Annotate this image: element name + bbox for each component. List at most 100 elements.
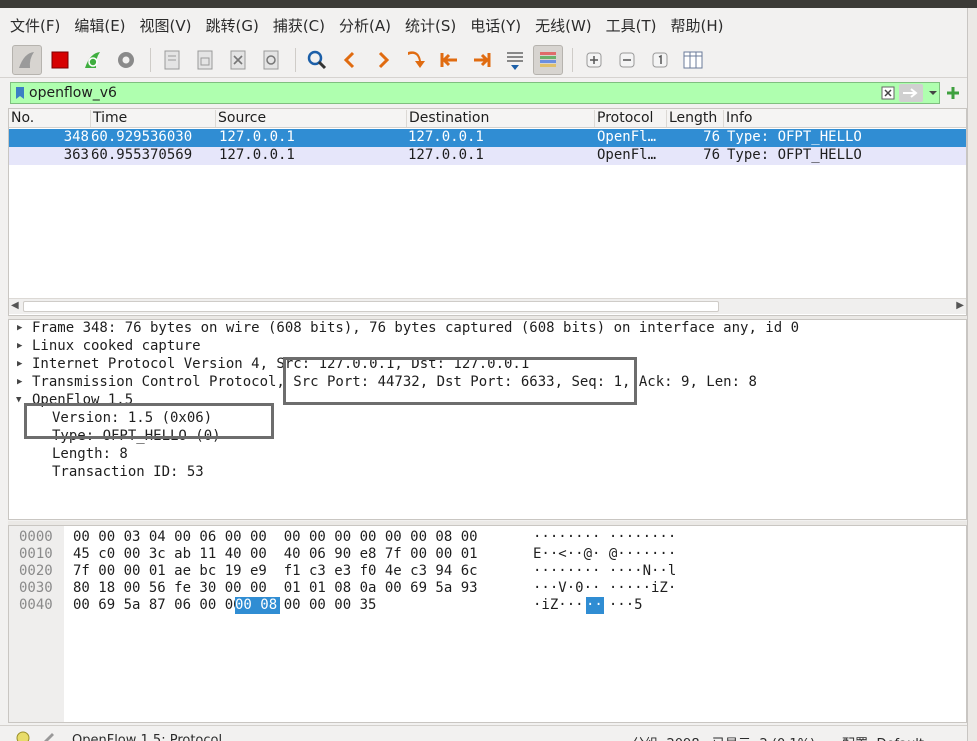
column-header-protocol[interactable]: Protocol — [594, 110, 653, 127]
open-file-icon[interactable] — [157, 45, 187, 75]
byte-offset: 0000 — [19, 529, 53, 545]
find-packet-icon[interactable] — [302, 45, 332, 75]
clear-filter-icon[interactable] — [879, 84, 897, 102]
scroll-left-icon[interactable]: ◀ — [11, 300, 19, 311]
scroll-right-icon[interactable]: ▶ — [956, 300, 964, 311]
main-toolbar — [0, 42, 967, 78]
status-bar: OpenFlow 1.5: Protocol 分组: 2098 · 已显示: 2… — [0, 725, 967, 741]
column-header-no[interactable]: No. — [9, 110, 34, 127]
ascii-bytes[interactable]: ········ ····N··l — [533, 563, 676, 580]
display-filter-input[interactable] — [29, 83, 879, 103]
column-header-source[interactable]: Source — [215, 110, 266, 127]
cell-time: 60.929536030 — [91, 129, 193, 145]
byte-offset: 0020 — [19, 563, 53, 579]
normal-size-icon[interactable] — [645, 45, 675, 75]
hex-bytes[interactable]: 00 00 03 04 00 06 00 00 00 00 00 00 00 0… — [73, 529, 478, 546]
menu-edit[interactable]: 编辑(E) — [74, 15, 125, 36]
packet-list-header: No. Time Source Destination Protocol Len… — [9, 109, 966, 128]
reload-file-icon[interactable] — [256, 45, 286, 75]
expand-arrow-icon[interactable]: ▶ — [17, 359, 27, 371]
cell-no: 348 — [63, 129, 89, 145]
horizontal-scrollbar[interactable]: ◀ ▶ — [9, 298, 966, 314]
menu-view[interactable]: 视图(V) — [140, 15, 192, 36]
cell-info: Type: OFPT_HELLO — [727, 147, 862, 163]
hex-bytes[interactable]: 45 c0 00 3c ab 11 40 00 40 06 90 e8 7f 0… — [73, 546, 478, 563]
cell-protocol: OpenFl… — [597, 147, 657, 163]
go-last-icon[interactable] — [467, 45, 497, 75]
colorize-icon[interactable] — [533, 44, 563, 75]
menu-statistics[interactable]: 统计(S) — [405, 15, 456, 36]
packet-list: No. Time Source Destination Protocol Len… — [8, 108, 967, 316]
autoscroll-icon[interactable] — [500, 45, 530, 75]
filter-history-dropdown-icon[interactable] — [927, 84, 939, 102]
menu-file[interactable]: 文件(F) — [10, 15, 60, 36]
menu-telephony[interactable]: 电话(Y) — [470, 15, 521, 36]
byte-offset: 0010 — [19, 546, 53, 562]
menu-go[interactable]: 跳转(G) — [206, 15, 259, 36]
go-back-icon[interactable] — [335, 45, 365, 75]
hex-bytes[interactable]: 7f 00 00 01 ae bc 19 e9 f1 c3 e3 f0 4e c… — [73, 563, 478, 580]
annotation-box-version — [24, 403, 274, 439]
column-header-length[interactable]: Length — [666, 110, 717, 127]
byte-offset: 0030 — [19, 580, 53, 596]
cell-destination: 127.0.0.1 — [408, 129, 484, 145]
ascii-bytes[interactable]: ········ ········ — [533, 529, 676, 546]
capture-options-icon[interactable] — [111, 45, 141, 75]
expand-arrow-icon[interactable]: ▶ — [17, 341, 27, 353]
annotation-box-ports — [283, 357, 637, 405]
go-first-icon[interactable] — [434, 45, 464, 75]
bookmark-icon[interactable] — [11, 83, 29, 103]
apply-filter-icon[interactable] — [899, 84, 923, 102]
save-file-icon[interactable] — [190, 45, 220, 75]
status-profile[interactable]: 配置: Default — [842, 733, 924, 741]
packet-row[interactable]: 363 60.955370569 127.0.0.1 127.0.0.1 Ope… — [9, 147, 966, 165]
go-to-packet-icon[interactable] — [401, 45, 431, 75]
hex-bytes-highlight[interactable]: 00 08 — [235, 597, 280, 614]
tree-item-label: Frame 348: 76 bytes on wire (608 bits), … — [32, 320, 800, 336]
ascii-bytes[interactable]: ···V·0·· ·····iZ· — [533, 580, 676, 597]
menu-tools[interactable]: 工具(T) — [606, 15, 657, 36]
stop-capture-icon[interactable] — [45, 45, 75, 75]
menu-wireless[interactable]: 无线(W) — [535, 15, 592, 36]
cell-info: Type: OFPT_HELLO — [727, 129, 862, 145]
tree-item-label: Linux cooked capture — [32, 338, 201, 354]
scrollbar-thumb[interactable] — [23, 301, 719, 312]
ascii-bytes-highlight[interactable]: ·· — [586, 597, 604, 614]
cell-length: 76 — [703, 129, 720, 145]
zoom-out-icon[interactable] — [612, 45, 642, 75]
capture-comment-icon[interactable] — [40, 731, 56, 741]
menu-capture[interactable]: 捕获(C) — [273, 15, 325, 36]
window-titlebar — [0, 0, 977, 8]
cell-length: 76 — [703, 147, 720, 163]
menu-help[interactable]: 帮助(H) — [671, 15, 724, 36]
packet-row[interactable]: 348 60.929536030 127.0.0.1 127.0.0.1 Ope… — [9, 129, 966, 147]
cell-source: 127.0.0.1 — [219, 147, 295, 163]
packet-bytes: 0000 0010 0020 0030 0040 00 00 03 04 00 … — [8, 525, 967, 723]
go-forward-icon[interactable] — [368, 45, 398, 75]
hex-bytes[interactable]: 80 18 00 56 fe 30 00 00 01 01 08 0a 00 6… — [73, 580, 478, 597]
byte-offset: 0040 — [19, 597, 53, 613]
restart-capture-icon[interactable] — [78, 45, 108, 75]
toolbar-separator — [150, 47, 151, 72]
toolbar-separator — [572, 47, 573, 72]
hex-bytes[interactable]: 00 69 5a 87 06 00 00 08 00 00 00 35 — [73, 597, 376, 614]
cell-source: 127.0.0.1 — [219, 129, 295, 145]
add-filter-button-icon[interactable] — [944, 84, 962, 102]
column-header-info[interactable]: Info — [723, 110, 753, 127]
column-header-time[interactable]: Time — [90, 110, 127, 127]
expand-arrow-icon[interactable]: ▶ — [17, 377, 27, 389]
display-filter-bar — [10, 82, 940, 104]
expert-info-icon[interactable] — [16, 731, 30, 741]
resize-columns-icon[interactable] — [678, 45, 708, 75]
cell-time: 60.955370569 — [91, 147, 193, 163]
menu-bar: 文件(F) 编辑(E) 视图(V) 跳转(G) 捕获(C) 分析(A) 统计(S… — [0, 8, 967, 42]
zoom-in-icon[interactable] — [579, 45, 609, 75]
status-packet-count: 分组: 2098 · 已显示: 2 (0.1%) — [632, 733, 815, 741]
close-file-icon[interactable] — [223, 45, 253, 75]
column-header-destination[interactable]: Destination — [406, 110, 489, 127]
menu-analyze[interactable]: 分析(A) — [339, 15, 391, 36]
shark-fin-icon[interactable] — [12, 44, 42, 75]
ascii-bytes[interactable]: E··<··@· @······· — [533, 546, 676, 563]
expand-arrow-icon[interactable]: ▶ — [17, 323, 27, 335]
status-protocol-label: OpenFlow 1.5: Protocol — [72, 733, 223, 741]
